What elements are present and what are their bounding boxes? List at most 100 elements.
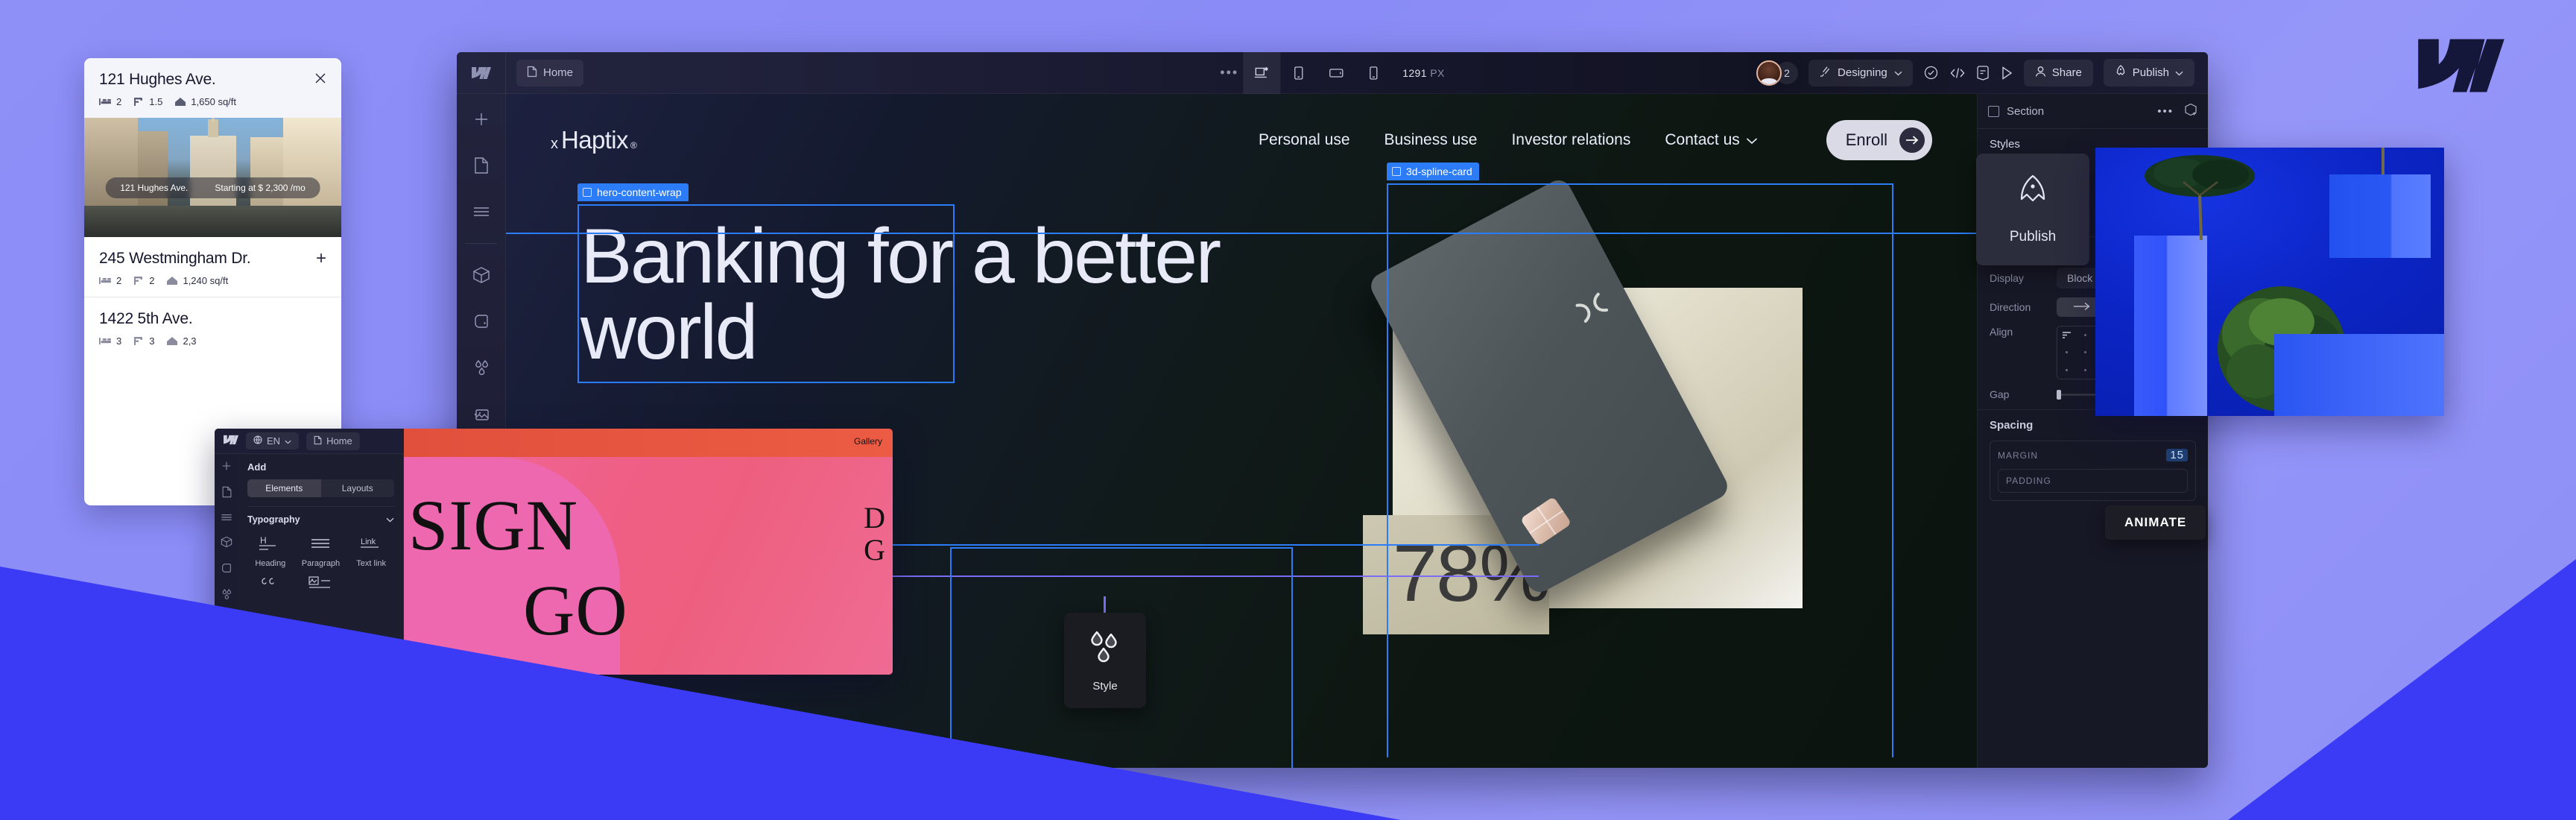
breakpoint-mobile-landscape[interactable] (1317, 52, 1355, 94)
tab-elements[interactable]: Elements (247, 479, 321, 497)
property-baths-value: 2 (149, 275, 154, 286)
collaborators[interactable]: 2 (1756, 60, 1798, 86)
page-chip[interactable]: Home (516, 60, 583, 86)
style-panel-icon[interactable] (466, 353, 496, 382)
scene-block (2274, 334, 2444, 416)
element-paragraph[interactable]: Paragraph (298, 535, 344, 568)
element-blockquote[interactable] (247, 575, 294, 598)
property-baths: 2 (133, 275, 154, 286)
audit-check-icon[interactable] (1923, 65, 1939, 81)
property-card-row-3[interactable]: 1422 5th Ave. 3 3 2,3 (84, 297, 341, 357)
bed-icon (99, 97, 112, 107)
property-area: 2,3 (166, 335, 196, 347)
components-panel-icon[interactable] (221, 536, 232, 552)
site-logo[interactable]: x Haptix ® (551, 126, 637, 154)
assets-panel-icon[interactable] (221, 562, 232, 578)
direction-label: Direction (1990, 301, 2048, 313)
spacing-title: Spacing (1990, 419, 2196, 432)
notes-icon[interactable] (1976, 66, 1990, 81)
property-area-value: 1,240 sq/ft (183, 275, 228, 286)
share-button[interactable]: Share (2024, 60, 2093, 86)
element-label: Paragraph (302, 559, 340, 568)
locale-chip[interactable]: EN (246, 432, 299, 450)
mini-page-chip[interactable]: Home (306, 432, 360, 450)
animate-button[interactable]: ANIMATE (2105, 505, 2206, 540)
margin-value[interactable]: 15 (2166, 449, 2188, 461)
nav-link-personal-use[interactable]: Personal use (1259, 131, 1350, 149)
padding-box[interactable]: PADDING (1998, 469, 2188, 493)
navigator-panel-icon[interactable] (466, 197, 496, 227)
element-heading[interactable]: H Heading (247, 535, 294, 568)
element-text-link[interactable]: Link Text link (348, 535, 394, 568)
element-label: Text link (356, 559, 386, 568)
faucet-icon (133, 336, 145, 346)
webflow-logo-icon[interactable] (224, 435, 238, 447)
publish-button[interactable]: Publish (2104, 59, 2194, 86)
ellipsis-icon[interactable]: ••• (1220, 65, 1238, 81)
nav-link-business-use[interactable]: Business use (1384, 131, 1478, 149)
gap-label: Gap (1990, 388, 2048, 400)
property-area: 1,650 sq/ft (174, 96, 236, 107)
style-panel-icon[interactable] (221, 588, 232, 604)
assets-panel-icon[interactable] (466, 306, 496, 336)
add-panel-tabs[interactable]: Elements Layouts (247, 479, 394, 497)
breakpoint-switcher: ••• 1291 PX (1220, 52, 1444, 94)
avatar[interactable] (1756, 60, 1782, 86)
poster-gallery-link[interactable]: Gallery (854, 436, 882, 447)
padding-value[interactable] (2177, 476, 2180, 486)
padding-label: PADDING (2006, 476, 2051, 486)
add-panel-icon[interactable] (466, 104, 496, 134)
poster-word-go: GO (523, 569, 628, 652)
page-chip-label: Home (543, 66, 573, 79)
plus-icon[interactable]: + (316, 250, 326, 268)
style-panel-header: Section ••• (1978, 94, 2208, 129)
ellipsis-icon[interactable]: ••• (2157, 105, 2174, 118)
poster-side-line-1: D (864, 502, 885, 534)
add-panel-icon[interactable] (221, 460, 232, 476)
property-photo: 121 Hughes Ave. Starting at $ 2,300 /mo (84, 118, 341, 237)
property-baths-value: 3 (149, 335, 154, 347)
mode-selector[interactable]: Designing (1808, 60, 1913, 86)
enroll-button[interactable]: Enroll (1826, 120, 1932, 160)
scene-rod (2382, 148, 2384, 177)
site-nav-links: Personal use Business use Investor relat… (1259, 120, 1932, 160)
preview-icon[interactable] (2000, 66, 2013, 81)
typography-section-header[interactable]: Typography (247, 506, 394, 525)
nav-link-contact-us[interactable]: Contact us (1665, 131, 1757, 149)
style-tooltip-card[interactable]: Style (1064, 613, 1146, 708)
align-label: Align (1990, 326, 2048, 338)
tab-layouts[interactable]: Layouts (321, 479, 395, 497)
poster-canvas: Gallery SIGN GO D G (404, 429, 893, 675)
typography-label: Typography (247, 514, 300, 525)
close-icon[interactable] (314, 72, 326, 87)
property-card-row-2[interactable]: 245 Westmingham Dr. + 2 2 1,240 sq/ft (84, 237, 341, 297)
margin-box[interactable]: MARGIN 15 PADDING (1990, 441, 2196, 501)
property-meta: 2 1.5 1,650 sq/ft (99, 96, 326, 112)
property-address: 1422 5th Ave. (99, 310, 192, 328)
webflow-logo-icon[interactable] (457, 52, 506, 94)
pages-panel-icon[interactable] (466, 151, 496, 180)
breakpoint-tablet[interactable] (1280, 52, 1317, 94)
pages-panel-icon[interactable] (221, 486, 232, 502)
media-panel-icon[interactable] (466, 399, 496, 429)
site-logo-mark: ® (630, 140, 637, 151)
property-beds: 2 (99, 275, 121, 286)
haptix-x-mark-icon (1568, 283, 1616, 332)
breakpoint-mobile-portrait[interactable] (1355, 52, 1392, 94)
canvas-width[interactable]: 1291 PX (1402, 67, 1445, 79)
gap-slider-knob[interactable] (2057, 390, 2061, 400)
navigator-panel-icon[interactable] (221, 512, 232, 526)
property-address: 121 Hughes Ave. (99, 71, 216, 89)
add-component-icon[interactable] (2184, 103, 2197, 119)
arrow-right-icon (1899, 127, 1925, 153)
breakpoint-desktop[interactable] (1243, 52, 1280, 94)
publish-tooltip-card[interactable]: Publish (1976, 154, 2089, 265)
link-icon: Link (358, 535, 384, 554)
site-logo-prefix: x (551, 136, 558, 153)
guide-horizontal (506, 233, 1977, 234)
page-icon (314, 435, 322, 447)
code-icon[interactable] (1949, 66, 1966, 80)
nav-link-investor-relations[interactable]: Investor relations (1511, 131, 1630, 149)
components-panel-icon[interactable] (466, 260, 496, 290)
element-rich-text[interactable] (298, 575, 344, 598)
